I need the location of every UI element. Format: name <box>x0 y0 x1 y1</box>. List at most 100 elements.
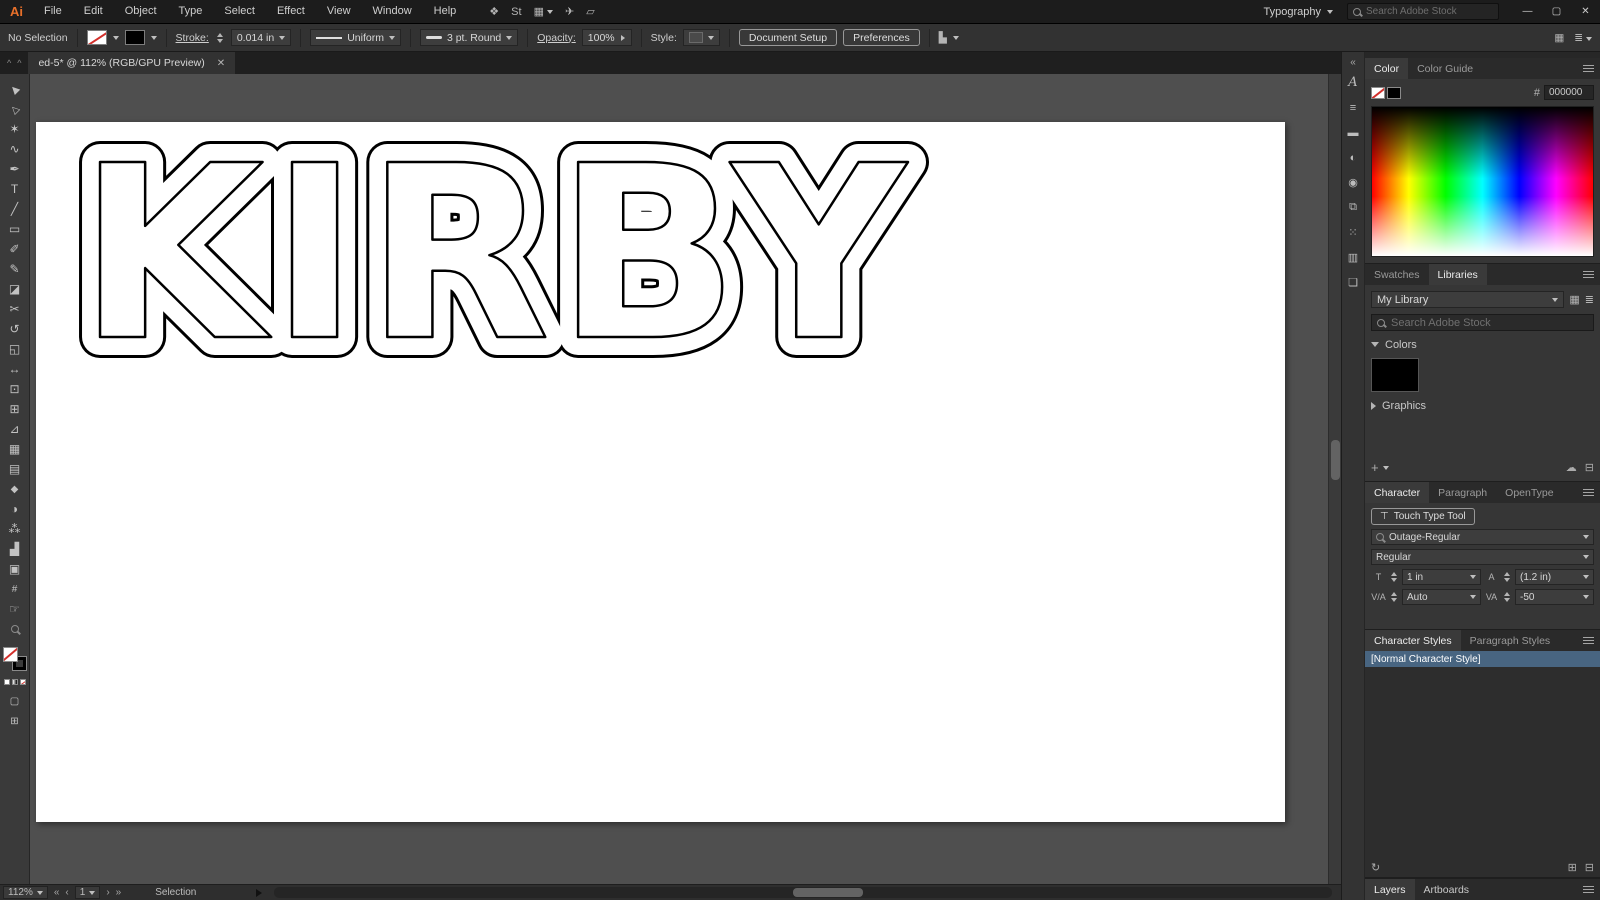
styles-panel-menu-icon[interactable] <box>1583 637 1594 644</box>
arrange-view-icon[interactable]: ▦ <box>1554 32 1564 44</box>
tab-color[interactable]: Color <box>1365 58 1409 79</box>
vertical-scrollbar[interactable] <box>1328 74 1341 884</box>
control-panel-menu-icon[interactable]: ≣ <box>1574 32 1592 44</box>
tab-close-icon[interactable]: ✕ <box>217 58 225 69</box>
colors-section-header[interactable]: Colors <box>1371 337 1594 352</box>
collapse-panels-icon[interactable]: « <box>1350 55 1356 70</box>
slice-tool[interactable]: # <box>2 579 28 599</box>
symbol-sprayer-tool[interactable]: ⁂ <box>2 519 28 539</box>
lasso-tool[interactable]: ∿ <box>2 139 28 159</box>
artboard-tool[interactable]: ▣ <box>2 559 28 579</box>
gradient-panel-icon[interactable]: ◐ <box>1342 145 1365 170</box>
scissors-tool[interactable]: ✂ <box>2 299 28 319</box>
color-spectrum[interactable] <box>1371 106 1594 257</box>
vertical-scrollbar-thumb[interactable] <box>1331 440 1340 480</box>
character-panel-menu-icon[interactable] <box>1583 489 1594 496</box>
artboard-number-field[interactable]: 1 <box>74 886 101 899</box>
stock-search-input[interactable] <box>1366 6 1480 17</box>
color-panel-icon[interactable]: ◉ <box>1342 170 1365 195</box>
tab-opentype[interactable]: OpenType <box>1496 482 1562 503</box>
menu-effect[interactable]: Effect <box>266 0 316 23</box>
appearance-panel-icon[interactable]: ⁙ <box>1342 220 1365 245</box>
horizontal-scrollbar-thumb[interactable] <box>792 888 863 897</box>
leading-stepper[interactable] <box>1504 572 1510 582</box>
zoom-tool[interactable] <box>2 619 28 639</box>
gradient-mode-icon[interactable] <box>11 679 18 685</box>
tab-overflow-right-icon[interactable]: ^ <box>17 58 21 68</box>
style-sync-icon[interactable]: ↻ <box>1371 861 1380 874</box>
tab-paragraph[interactable]: Paragraph <box>1429 482 1496 503</box>
type-tool[interactable]: T <box>2 179 28 199</box>
stroke-black-swatch[interactable] <box>1387 86 1401 99</box>
close-button[interactable]: ✕ <box>1571 0 1600 24</box>
fill-chevron-icon[interactable] <box>112 35 119 40</box>
libraries-panel-menu-icon[interactable] <box>1583 271 1594 278</box>
menu-select[interactable]: Select <box>213 0 266 23</box>
transform-panel-icon[interactable]: ⧉ <box>1342 195 1365 220</box>
selection-tool[interactable]: ▶ <box>2 79 28 99</box>
stock-icon[interactable]: St <box>511 6 521 18</box>
fill-none-swatch[interactable] <box>1371 86 1385 99</box>
menu-file[interactable]: File <box>33 0 73 23</box>
delete-style-icon[interactable]: ⊟ <box>1585 861 1594 874</box>
menu-window[interactable]: Window <box>362 0 423 23</box>
last-artboard-icon[interactable]: » <box>116 887 122 898</box>
graphic-styles-panel-icon[interactable]: ▥ <box>1342 245 1365 270</box>
font-size-stepper[interactable] <box>1391 572 1397 582</box>
tab-swatches[interactable]: Swatches <box>1365 264 1429 285</box>
tab-character-styles[interactable]: Character Styles <box>1365 630 1461 651</box>
opacity-field[interactable]: 100% <box>581 29 632 46</box>
direct-selection-tool[interactable]: ▷ <box>2 99 28 119</box>
width-profile-field[interactable]: Uniform <box>310 29 401 46</box>
library-search-field[interactable]: Search Adobe Stock <box>1371 314 1594 331</box>
layers-panel-menu-icon[interactable] <box>1583 886 1594 893</box>
tab-artboards[interactable]: Artboards <box>1415 879 1479 900</box>
eyedropper-tool[interactable]: ◆ <box>2 479 28 499</box>
fill-swatch[interactable] <box>3 648 17 661</box>
document-tab[interactable]: ed-5* @ 112% (RGB/GPU Preview) ✕ <box>28 52 236 74</box>
share-icon[interactable]: ✈ <box>565 5 574 18</box>
tab-layers[interactable]: Layers <box>1365 879 1415 900</box>
next-artboard-icon[interactable]: › <box>106 887 109 898</box>
maximize-button[interactable]: ▢ <box>1542 0 1571 24</box>
new-style-icon[interactable]: ⊞ <box>1568 861 1577 874</box>
cloud-sync-icon[interactable]: ☁ <box>1566 461 1577 474</box>
touch-type-tool-button[interactable]: ⊤ Touch Type Tool <box>1371 508 1475 525</box>
stroke-color-well[interactable] <box>124 30 145 45</box>
paragraph-panel-icon[interactable]: ≡ <box>1342 95 1365 120</box>
brush-field[interactable]: 3 pt. Round <box>419 29 519 46</box>
align-chevron-icon[interactable] <box>952 35 959 40</box>
stroke-weight-stepper[interactable] <box>216 32 223 43</box>
add-library-item-icon[interactable]: + <box>1371 460 1379 475</box>
color-panel-menu-icon[interactable] <box>1583 65 1594 72</box>
column-graph-tool[interactable]: ▟ <box>2 539 28 559</box>
font-family-field[interactable]: Outage-Regular <box>1371 529 1594 545</box>
status-menu-icon[interactable] <box>256 888 263 897</box>
previous-artboard-icon[interactable]: ‹ <box>65 887 68 898</box>
stroke-weight-field[interactable]: 0.014 in <box>230 29 292 46</box>
artboard[interactable]: KIRBY KIRBY KIRBY <box>36 93 1285 822</box>
canvas[interactable]: KIRBY KIRBY KIRBY <box>30 74 1341 884</box>
blend-tool[interactable]: ◑ <box>2 499 28 519</box>
tracking-field[interactable]: -50 <box>1515 589 1594 605</box>
library-black-swatch[interactable] <box>1371 358 1419 392</box>
character-panel-icon[interactable]: A <box>1342 70 1365 95</box>
library-select[interactable]: My Library <box>1371 291 1565 308</box>
menu-view[interactable]: View <box>316 0 362 23</box>
layers-panel-icon[interactable]: ❏ <box>1342 270 1365 295</box>
align-icon[interactable]: ▙ <box>939 32 947 44</box>
kerning-stepper[interactable] <box>1391 592 1397 602</box>
color-mode-icon[interactable] <box>3 679 10 685</box>
hand-tool[interactable]: ☞ <box>2 599 28 619</box>
magic-wand-tool[interactable]: ✶ <box>2 119 28 139</box>
menu-help[interactable]: Help <box>423 0 468 23</box>
font-style-field[interactable]: Regular <box>1371 549 1594 565</box>
device-preview-icon[interactable]: ▱ <box>586 5 594 18</box>
screen-mode-icon[interactable]: ⊞ <box>2 711 28 731</box>
gradient-tool[interactable]: ▤ <box>2 459 28 479</box>
fill-stroke-widget[interactable] <box>3 648 26 670</box>
pencil-tool[interactable]: ✎ <box>2 259 28 279</box>
mesh-tool[interactable]: ▦ <box>2 439 28 459</box>
none-mode-icon[interactable] <box>19 679 26 685</box>
free-transform-tool[interactable]: ⊡ <box>2 379 28 399</box>
